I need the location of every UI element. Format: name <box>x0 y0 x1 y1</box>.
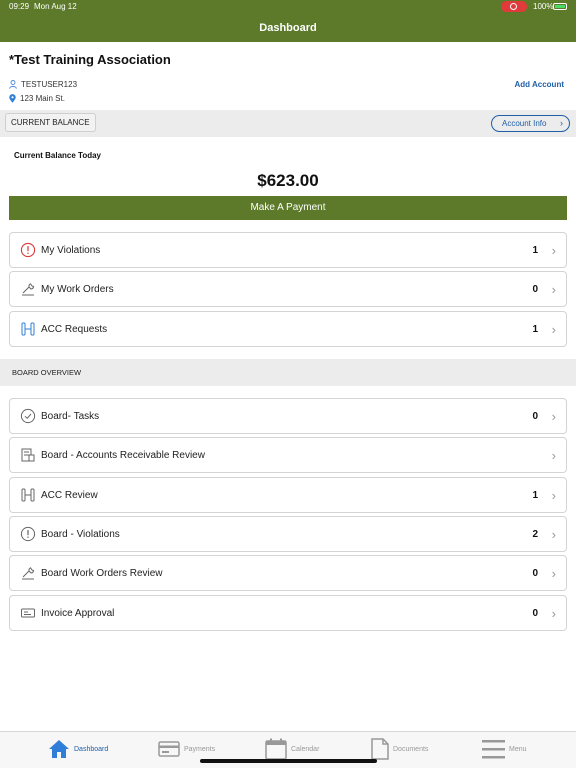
add-account-link[interactable]: Add Account <box>515 80 564 89</box>
list-item-count: 1 <box>532 324 538 335</box>
list-item-count: 0 <box>532 411 538 422</box>
list-item-board-violations[interactable]: Board - Violations 2 › <box>9 516 567 552</box>
wrench-icon <box>22 283 35 296</box>
card-icon <box>158 741 180 757</box>
account-info-label: Account Info <box>502 119 547 128</box>
tab-dashboard[interactable]: Dashboard <box>48 736 108 762</box>
list-item-label: Board - Accounts Receivable Review <box>41 450 205 461</box>
status-time: 09:29 <box>9 2 30 11</box>
chevron-right-icon: › <box>551 488 556 503</box>
username: TESTUSER123 <box>21 80 78 89</box>
list-item-count: 0 <box>532 568 538 579</box>
list-item-invoice-approval[interactable]: Invoice Approval 0 › <box>9 595 567 631</box>
calendar-icon <box>265 738 287 760</box>
chevron-right-icon: › <box>551 527 556 542</box>
list-item-count: 2 <box>532 529 538 540</box>
document-icon <box>371 738 389 760</box>
status-bar: 09:29 Mon Aug 12 100% <box>0 0 576 14</box>
tab-menu[interactable]: Menu <box>482 736 527 762</box>
location-pin-icon <box>9 94 16 103</box>
make-payment-button[interactable]: Make A Payment <box>9 196 567 220</box>
list-item-count: 0 <box>532 284 538 295</box>
chevron-right-icon: › <box>551 322 556 337</box>
list-item-my-violations[interactable]: My Violations 1 › <box>9 232 567 268</box>
list-item-label: Board Work Orders Review <box>41 568 163 579</box>
home-indicator <box>200 759 377 763</box>
tab-label: Dashboard <box>74 745 109 753</box>
chevron-right-icon: › <box>551 409 556 424</box>
list-item-label: Board - Violations <box>41 529 120 540</box>
user-row: TESTUSER123 <box>9 80 77 89</box>
list-item-count: 1 <box>532 245 538 256</box>
battery-percent: 100% <box>533 2 554 11</box>
balance-amount: $623.00 <box>257 171 319 190</box>
chevron-right-icon: › <box>551 606 556 621</box>
wrench-icon <box>22 567 35 580</box>
list-item-label: Invoice Approval <box>41 608 115 619</box>
chevron-right-icon: › <box>551 448 556 463</box>
board-overview-header: BOARD OVERVIEW <box>0 359 576 386</box>
home-icon <box>49 740 69 758</box>
alert-circle-icon <box>20 526 36 542</box>
list-item-board-ar-review[interactable]: Board - Accounts Receivable Review › <box>9 437 567 473</box>
tab-label: Calendar <box>291 745 320 753</box>
list-item-acc-requests[interactable]: ACC Requests 1 › <box>9 311 567 347</box>
alert-circle-icon <box>20 242 36 258</box>
list-item-count: 1 <box>532 490 538 501</box>
list-item-board-work-orders[interactable]: Board Work Orders Review 0 › <box>9 555 567 591</box>
list-item-label: My Violations <box>41 245 101 256</box>
tab-label: Menu <box>509 745 527 753</box>
balance-label: Current Balance Today <box>14 151 101 160</box>
list-item-board-tasks[interactable]: Board- Tasks 0 › <box>9 398 567 434</box>
list-item-label: ACC Review <box>41 490 98 501</box>
current-balance-tab[interactable]: CURRENT BALANCE <box>5 113 96 132</box>
invoice-icon <box>21 608 35 618</box>
chevron-right-icon: › <box>551 243 556 258</box>
status-date: Mon Aug 12 <box>34 2 77 11</box>
user-icon <box>9 80 17 89</box>
check-circle-icon <box>20 408 36 424</box>
receipt-icon <box>21 448 35 462</box>
menu-icon <box>482 740 505 759</box>
list-item-my-work-orders[interactable]: My Work Orders 0 › <box>9 271 567 307</box>
chevron-right-icon: › <box>560 118 563 128</box>
address: 123 Main St. <box>20 94 65 103</box>
screen-record-icon <box>501 1 527 12</box>
chevron-right-icon: › <box>551 566 556 581</box>
account-info-button[interactable]: Account Info › <box>491 115 570 132</box>
balance-bar: CURRENT BALANCE Account Info › <box>0 110 576 137</box>
list-item-count: 0 <box>532 608 538 619</box>
tab-label: Payments <box>184 745 216 753</box>
tab-label: Documents <box>393 745 429 753</box>
battery-icon <box>553 3 567 10</box>
tab-documents[interactable]: Documents <box>371 736 428 762</box>
list-item-label: My Work Orders <box>41 284 114 295</box>
page-title: Dashboard <box>259 22 317 34</box>
association-name: *Test Training Association <box>9 52 171 67</box>
address-row: 123 Main St. <box>9 94 65 103</box>
nav-bar: Dashboard <box>0 14 576 42</box>
acc-icon <box>21 322 35 336</box>
list-item-label: Board- Tasks <box>41 411 100 422</box>
list-item-acc-review[interactable]: ACC Review 1 › <box>9 477 567 513</box>
list-item-label: ACC Requests <box>41 324 108 335</box>
chevron-right-icon: › <box>551 282 556 297</box>
acc-icon <box>21 488 35 502</box>
